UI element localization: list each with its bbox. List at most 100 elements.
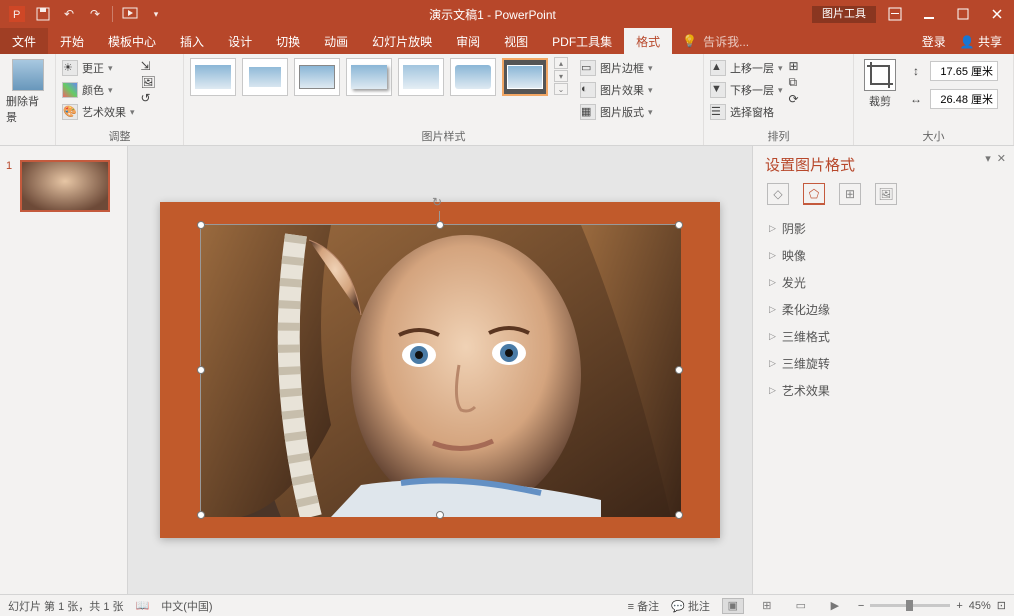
rotate-icon[interactable]: ⟳ (789, 92, 799, 106)
picture-tab-icon[interactable]: 🖼 (875, 183, 897, 205)
undo-icon[interactable]: ↶ (60, 5, 78, 23)
compress-icon[interactable]: ⇲ (141, 59, 156, 73)
tab-review[interactable]: 审阅 (444, 28, 492, 54)
corrections-button[interactable]: ☀更正 (62, 57, 135, 79)
zoom-slider[interactable] (870, 604, 950, 607)
slide[interactable] (160, 202, 720, 538)
style-thumb[interactable] (242, 58, 288, 96)
resize-handle[interactable] (197, 366, 205, 374)
slide-canvas[interactable] (128, 146, 752, 594)
view-slideshow-icon[interactable]: ▶ (824, 598, 846, 614)
size-prop-icon[interactable]: ⊞ (839, 183, 861, 205)
zoom-out-icon[interactable]: − (858, 600, 864, 612)
fit-window-icon[interactable]: ⊡ (997, 599, 1006, 612)
group-arrange: 排列 (710, 127, 847, 145)
qat-more-icon[interactable]: ▾ (147, 5, 165, 23)
tab-template[interactable]: 模板中心 (96, 28, 168, 54)
tab-pdf[interactable]: PDF工具集 (540, 28, 624, 54)
color-button[interactable]: 颜色 (62, 79, 135, 101)
resize-handle[interactable] (436, 221, 444, 229)
zoom-in-icon[interactable]: + (956, 600, 962, 612)
selection-pane-button[interactable]: ☰选择窗格 (710, 101, 783, 123)
style-thumb[interactable] (398, 58, 444, 96)
artistic-icon: 🎨 (62, 104, 78, 120)
picture-border-button[interactable]: ▭图片边框 (580, 57, 653, 79)
selpane-icon: ☰ (710, 104, 726, 120)
comments-button[interactable]: 💬 批注 (671, 598, 710, 614)
login-button[interactable]: 登录 (922, 33, 946, 50)
crop-button[interactable]: 裁剪 (860, 57, 900, 109)
resize-handle[interactable] (197, 511, 205, 519)
accordion-softedge[interactable]: 柔化边缘 (765, 296, 1002, 323)
status-language[interactable]: 中文(中国) (161, 598, 212, 614)
group-icon[interactable]: ⧉ (789, 75, 799, 90)
tab-file[interactable]: 文件 (0, 28, 48, 54)
view-reading-icon[interactable]: ▭ (790, 598, 812, 614)
resize-handle[interactable] (436, 511, 444, 519)
tab-slideshow[interactable]: 幻灯片放映 (360, 28, 444, 54)
spellcheck-icon[interactable]: 📖 (136, 599, 150, 612)
picture-effects-button[interactable]: ◐图片效果 (580, 79, 653, 101)
change-pic-icon[interactable]: 🖼 (141, 75, 156, 89)
accordion-artistic[interactable]: 艺术效果 (765, 377, 1002, 404)
notes-button[interactable]: ≡ 备注 (628, 598, 659, 614)
ribbon-options-icon[interactable] (878, 0, 912, 28)
send-backward-button[interactable]: ▼下移一层 (710, 79, 783, 101)
maximize-icon[interactable] (946, 0, 980, 28)
crop-icon (864, 59, 896, 91)
width-input[interactable] (930, 89, 998, 109)
share-button[interactable]: 👤 共享 (960, 33, 1002, 50)
style-thumb[interactable] (190, 58, 236, 96)
selected-image[interactable] (200, 224, 680, 516)
height-input[interactable] (930, 61, 998, 81)
slide-thumbnail[interactable]: 1 (8, 160, 119, 212)
gallery-up-icon[interactable]: ▴ (554, 57, 568, 69)
rotate-handle[interactable] (432, 195, 448, 211)
picture-layout-button[interactable]: ▦图片版式 (580, 101, 653, 123)
redo-icon[interactable]: ↷ (86, 5, 104, 23)
tell-me[interactable]: 💡告诉我... (672, 28, 910, 54)
resize-handle[interactable] (675, 511, 683, 519)
accordion-glow[interactable]: 发光 (765, 269, 1002, 296)
pane-close-icon[interactable]: ✕ (997, 152, 1006, 165)
tab-design[interactable]: 设计 (216, 28, 264, 54)
style-thumb[interactable] (450, 58, 496, 96)
tab-transition[interactable]: 切换 (264, 28, 312, 54)
tab-view[interactable]: 视图 (492, 28, 540, 54)
picture-styles-gallery[interactable]: ▴ ▾ ⌄ (190, 57, 568, 96)
lightbulb-icon: 💡 (682, 34, 697, 48)
tab-animation[interactable]: 动画 (312, 28, 360, 54)
effects-tab-icon[interactable]: ⬠ (803, 183, 825, 205)
accordion-reflect[interactable]: 映像 (765, 242, 1002, 269)
resize-handle[interactable] (197, 221, 205, 229)
slideshow-icon[interactable] (121, 5, 139, 23)
save-icon[interactable] (34, 5, 52, 23)
style-thumb[interactable] (294, 58, 340, 96)
gallery-down-icon[interactable]: ▾ (554, 70, 568, 82)
svg-text:P: P (13, 9, 20, 21)
pane-options-icon[interactable]: ▾ (985, 152, 991, 165)
tab-home[interactable]: 开始 (48, 28, 96, 54)
minimize-icon[interactable] (912, 0, 946, 28)
accordion-3dformat[interactable]: 三维格式 (765, 323, 1002, 350)
style-thumb-selected[interactable] (502, 58, 548, 96)
view-normal-icon[interactable]: ▣ (722, 598, 744, 614)
view-sorter-icon[interactable]: ⊞ (756, 598, 778, 614)
align-icon[interactable]: ⊞ (789, 59, 799, 73)
bring-forward-button[interactable]: ▲上移一层 (710, 57, 783, 79)
reset-pic-icon[interactable]: ↺ (141, 91, 156, 105)
resize-handle[interactable] (675, 366, 683, 374)
zoom-value[interactable]: 45% (969, 600, 991, 612)
gallery-more-icon[interactable]: ⌄ (554, 83, 568, 95)
artistic-effects-button[interactable]: 🎨艺术效果 (62, 101, 135, 123)
fill-line-icon[interactable]: ◇ (767, 183, 789, 205)
tab-format[interactable]: 格式 (624, 28, 672, 54)
remove-background-button[interactable]: 删除背景 (6, 57, 49, 125)
accordion-3drotate[interactable]: 三维旋转 (765, 350, 1002, 377)
accordion-shadow[interactable]: 阴影 (765, 215, 1002, 242)
style-thumb[interactable] (346, 58, 392, 96)
close-icon[interactable] (980, 0, 1014, 28)
slide-number: 1 (6, 160, 12, 172)
tab-insert[interactable]: 插入 (168, 28, 216, 54)
resize-handle[interactable] (675, 221, 683, 229)
